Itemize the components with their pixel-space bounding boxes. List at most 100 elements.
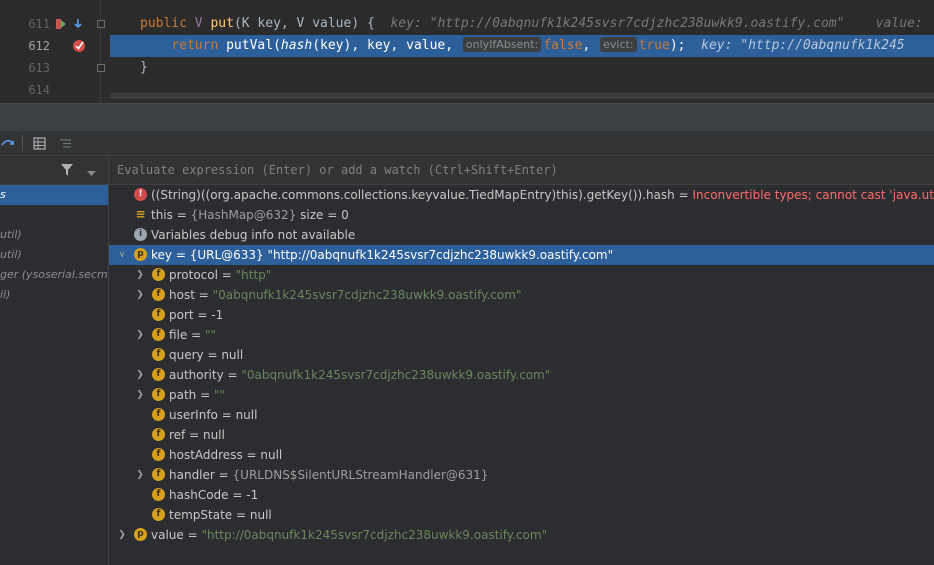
value: null: [235, 408, 258, 422]
string-value: "0abqnufk1k245svsr7cdjzhc238uwkk9.oastif…: [212, 288, 522, 302]
object-stack-icon: ≡: [135, 207, 146, 221]
object-reference: {URLDNS$SilentURLStreamHandler@631}: [232, 468, 489, 482]
field-icon: f: [152, 268, 165, 281]
fold-icon[interactable]: [97, 64, 105, 72]
variable-name: hashCode: [169, 488, 229, 502]
variable-name: query: [169, 348, 204, 362]
expand-arrow-icon[interactable]: ❯: [135, 265, 145, 285]
equals-sign: =: [193, 308, 212, 322]
string-value: "": [213, 388, 226, 402]
variable-row[interactable]: ! ((String)((org.apache.commons.collectio…: [109, 185, 934, 205]
expand-arrow-icon[interactable]: ❯: [135, 325, 145, 345]
string-value: "": [204, 328, 217, 342]
step-into-icon[interactable]: [72, 18, 84, 30]
variable-row[interactable]: ❯ p value = "http://0abqnufk1k245svsr7cdjz…: [109, 525, 934, 545]
frame-item[interactable]: il): [0, 285, 108, 305]
field-icon: f: [152, 328, 165, 341]
equals-sign: =: [194, 288, 213, 302]
equals-sign: =: [187, 328, 205, 342]
variable-row[interactable]: f hostAddress = null: [109, 445, 934, 465]
variable-name: host: [169, 288, 195, 302]
expression-text: ((String)((org.apache.commons.collection…: [151, 188, 693, 202]
value: null: [202, 428, 225, 442]
variable-text: ref = null: [169, 425, 225, 445]
variable-row[interactable]: f userInfo = null: [109, 405, 934, 425]
override-marker-icon[interactable]: [56, 18, 66, 30]
variables-tree: ! ((String)((org.apache.commons.collectio…: [109, 185, 934, 545]
frame-item[interactable]: ger (ysoserial.secmgr: [0, 265, 108, 285]
string-value: "http://0abqnufk1k245svsr7cdjzhc238uwkk9…: [267, 248, 614, 262]
line-number: 611: [28, 17, 50, 31]
field-icon: f: [152, 288, 165, 301]
variable-text: port = -1: [169, 305, 223, 325]
equals-sign: =: [217, 408, 236, 422]
code-line-613[interactable]: 613 }: [0, 57, 934, 79]
variable-text: tempState = null: [169, 505, 272, 525]
variable-row[interactable]: i Variables debug info not available: [109, 225, 934, 245]
value: null: [249, 508, 272, 522]
variable-row[interactable]: ≡ this = {HashMap@632} size = 0: [109, 205, 934, 225]
info-icon: i: [134, 228, 147, 241]
variable-name: handler: [169, 468, 215, 482]
equals-sign: =: [196, 388, 214, 402]
equals-sign: =: [242, 448, 261, 462]
code-editor[interactable]: 611 public V put(K key, V value) { key: …: [0, 0, 934, 103]
chevron-down-icon[interactable]: [87, 166, 96, 180]
equals-sign: =: [172, 208, 191, 222]
filter-icon[interactable]: [60, 163, 74, 180]
field-icon: f: [152, 408, 165, 421]
expand-arrow-icon[interactable]: ❯: [135, 465, 145, 485]
expand-arrow-icon[interactable]: ❯: [135, 285, 145, 305]
info-message: Variables debug info not available: [151, 228, 356, 242]
horizontal-scrollbar[interactable]: [110, 93, 934, 99]
param-hint-chip: evict:: [600, 37, 637, 52]
variable-row[interactable]: ❯ f path = "": [109, 385, 934, 405]
variable-name: this: [151, 208, 173, 222]
frame-item[interactable]: util): [0, 225, 108, 245]
variable-name: file: [169, 328, 188, 342]
fold-icon[interactable]: [97, 20, 105, 28]
code-line-612-current[interactable]: 612 return putVal(hash(key), key, value,…: [0, 35, 934, 57]
expand-arrow-icon[interactable]: ❯: [135, 385, 145, 405]
table-icon[interactable]: [31, 135, 47, 151]
variable-row[interactable]: ❯ f protocol = "http": [109, 265, 934, 285]
variable-row[interactable]: f port = -1: [109, 305, 934, 325]
variable-text: this = {HashMap@632} size = 0: [151, 205, 349, 225]
code-text: return putVal(hash(key), key, value, onl…: [140, 37, 905, 53]
frame-item[interactable]: util): [0, 245, 108, 265]
variable-row[interactable]: f ref = null: [109, 425, 934, 445]
frame-item[interactable]: [0, 205, 108, 225]
panel-splitter[interactable]: [0, 103, 934, 132]
size-value: size = 0: [296, 208, 349, 222]
breakpoint-icon[interactable]: [72, 39, 86, 53]
object-reference: {HashMap@632}: [190, 208, 297, 222]
expand-arrow-icon[interactable]: ❯: [135, 365, 145, 385]
variable-row[interactable]: ❯ f handler = {URLDNS$SilentURLStreamHandl…: [109, 465, 934, 485]
variable-row[interactable]: ❯ f authority = "0abqnufk1k245svsr7cdjzhc2…: [109, 365, 934, 385]
expand-arrow-icon[interactable]: ❯: [117, 525, 127, 545]
field-icon: f: [152, 448, 165, 461]
variable-name: tempState: [169, 508, 233, 522]
variable-name: port: [169, 308, 194, 322]
frames-toolbar: [0, 156, 108, 185]
variable-row[interactable]: f hashCode = -1: [109, 485, 934, 505]
equals-sign: =: [228, 488, 247, 502]
value: null: [221, 348, 244, 362]
variable-row[interactable]: ❯ f host = "0abqnufk1k245svsr7cdjzhc238uwk…: [109, 285, 934, 305]
variable-row[interactable]: ❯ f file = "": [109, 325, 934, 345]
variable-text: file = "": [169, 325, 216, 345]
list-icon[interactable]: [57, 135, 73, 151]
evaluate-expression-input[interactable]: Evaluate expression (Enter) or add a wat…: [109, 156, 934, 185]
variable-row[interactable]: f query = null: [109, 345, 934, 365]
field-icon: f: [152, 348, 165, 361]
frame-item[interactable]: s: [0, 185, 108, 205]
code-text: }: [140, 60, 148, 75]
code-line-611[interactable]: 611 public V put(K key, V value) { key: …: [0, 13, 934, 35]
variable-row[interactable]: ∨ p key = {URL@633} "http://0abqnufk1k245s…: [109, 245, 934, 265]
collapse-arrow-icon[interactable]: ∨: [117, 245, 127, 265]
variables-panel: Evaluate expression (Enter) or add a wat…: [109, 156, 934, 565]
step-over-icon[interactable]: [0, 135, 16, 151]
variable-name: protocol: [169, 268, 218, 282]
error-icon: !: [134, 188, 147, 201]
variable-row[interactable]: f tempState = null: [109, 505, 934, 525]
